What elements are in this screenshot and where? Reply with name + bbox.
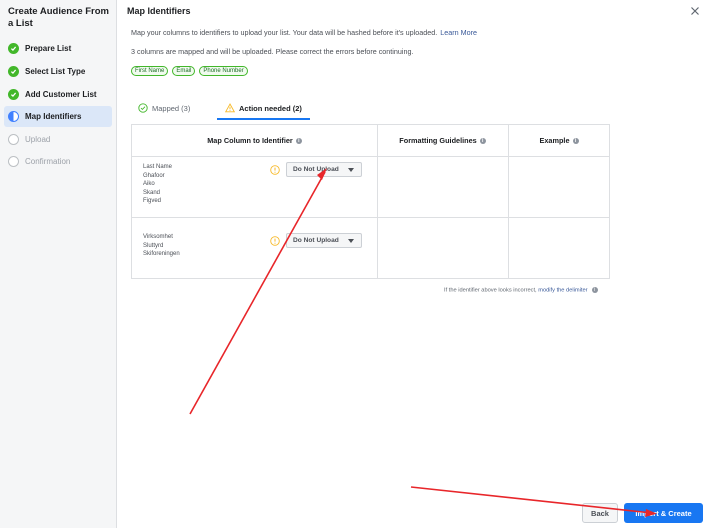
step-upload: Upload xyxy=(4,129,112,150)
tag-email: Email xyxy=(172,66,196,76)
step-map-identifiers[interactable]: Map Identifiers xyxy=(4,106,112,127)
dropdown-value: Do Not Upload xyxy=(293,166,339,173)
header-label: Map Column to Identifier xyxy=(207,136,293,145)
column-value: Ghafoor xyxy=(143,172,165,179)
divider xyxy=(508,125,509,278)
step-prepare-list[interactable]: Prepare List xyxy=(4,38,112,59)
divider xyxy=(132,217,609,218)
header-label: Formatting Guidelines xyxy=(399,136,477,145)
warning-icon xyxy=(270,236,280,246)
info-icon[interactable]: i xyxy=(479,137,486,144)
check-icon xyxy=(8,43,19,54)
close-icon[interactable] xyxy=(690,6,700,16)
step-label: Confirmation xyxy=(25,157,71,166)
modify-delimiter-link[interactable]: modify the delimiter xyxy=(538,288,587,294)
step-label: Map Identifiers xyxy=(25,112,82,121)
intro-text: Map your columns to identifiers to uploa… xyxy=(131,28,477,37)
import-create-button[interactable]: Import & Create xyxy=(624,503,703,523)
info-icon[interactable]: i xyxy=(572,137,579,144)
warning-icon xyxy=(270,165,280,175)
annotation-arrow xyxy=(410,486,657,517)
delimiter-footnote: If the identifier above looks incorrect,… xyxy=(444,287,598,294)
tag-first-name: First Name xyxy=(131,66,169,76)
column-value: Virksomhet xyxy=(143,234,173,240)
check-icon xyxy=(8,66,19,77)
warning-triangle-icon xyxy=(225,103,235,113)
tab-mapped[interactable]: Mapped (3) xyxy=(138,98,190,118)
footnote-text: If the identifier above looks incorrect, xyxy=(444,287,537,294)
table-row-1-values: Last Name Ghafoor Aiko Skand Figved xyxy=(143,163,172,206)
intro-description: Map your columns to identifiers to uploa… xyxy=(131,28,438,37)
caret-down-icon xyxy=(348,168,354,172)
empty-circle-icon xyxy=(8,156,19,167)
divider xyxy=(377,125,378,278)
dropdown-value: Do Not Upload xyxy=(293,237,339,244)
tab-mapped-label: Mapped (3) xyxy=(152,103,191,113)
tab-action-needed-label: Action needed (2) xyxy=(239,103,302,113)
step-confirmation: Confirmation xyxy=(4,151,112,172)
tag-phone-number: Phone Number xyxy=(199,66,248,76)
identifier-dropdown-row-2[interactable]: Do Not Upload xyxy=(286,233,362,248)
sidebar-title: Create Audience From a List xyxy=(8,6,110,29)
identifier-dropdown-row-1[interactable]: Do Not Upload xyxy=(286,162,362,177)
info-icon[interactable]: i xyxy=(591,287,598,293)
column-value: Last Name xyxy=(143,164,173,170)
tab-action-needed[interactable]: Action needed (2) xyxy=(217,98,310,120)
learn-more-link[interactable]: Learn More xyxy=(440,28,477,37)
step-label: Add Customer List xyxy=(25,90,97,99)
page-title: Map Identifiers xyxy=(127,6,191,16)
step-label: Upload xyxy=(25,135,51,144)
info-icon[interactable]: i xyxy=(295,137,302,144)
column-value: Aiko xyxy=(143,181,155,187)
column-value: Skand xyxy=(143,189,161,196)
mapped-status-text: 3 columns are mapped and will be uploade… xyxy=(131,47,414,56)
header-example: Example i xyxy=(508,125,610,156)
sidebar: Create Audience From a List Prepare List… xyxy=(0,0,117,528)
empty-circle-icon xyxy=(8,134,19,145)
column-value: Sluttyrd xyxy=(143,242,164,249)
step-select-list-type[interactable]: Select List Type xyxy=(4,61,112,82)
column-value: Figved xyxy=(143,198,162,204)
identifier-table: Map Column to Identifier i Formatting Gui… xyxy=(131,124,610,279)
header-formatting-guidelines: Formatting Guidelines i xyxy=(377,125,508,156)
check-circle-icon xyxy=(138,103,148,113)
step-label: Prepare List xyxy=(25,44,72,53)
half-circle-icon xyxy=(8,111,19,122)
mapped-tags: First Name Email Phone Number xyxy=(131,66,248,76)
column-value: Skiforeningen xyxy=(143,251,180,257)
check-icon xyxy=(8,89,19,100)
back-button[interactable]: Back xyxy=(582,503,618,523)
step-label: Select List Type xyxy=(25,67,86,76)
caret-down-icon xyxy=(348,239,354,243)
header-map-column: Map Column to Identifier i xyxy=(132,125,377,156)
table-row-2-values: Virksomhet Sluttyrd Skiforeningen xyxy=(143,233,180,259)
header-label: Example xyxy=(539,136,570,145)
divider xyxy=(132,156,609,157)
step-add-customer-list[interactable]: Add Customer List xyxy=(4,84,112,105)
